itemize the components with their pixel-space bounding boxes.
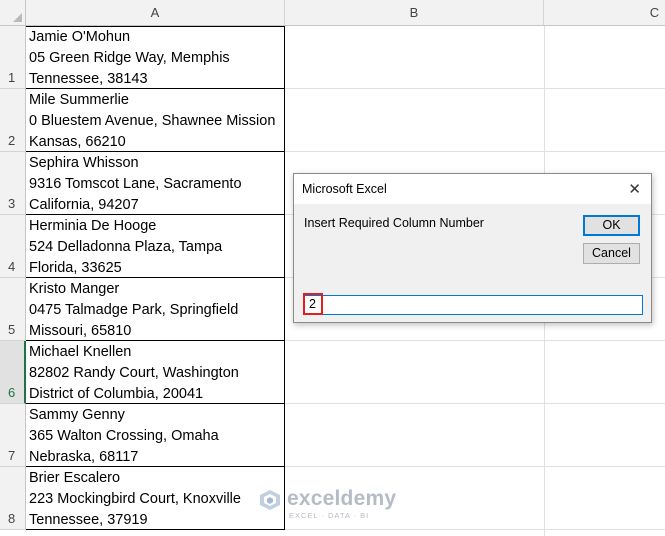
input-value-highlight: 2 [303,293,323,315]
cell-text-line: Kansas, 66210 [29,134,126,150]
row-number: 7 [8,448,16,463]
cell-a1[interactable]: Jamie O'Mohun 05 Green Ridge Way, Memphis… [26,26,285,89]
cell-a8[interactable]: Brier Escalero 223 Mockingbird Court, Kno… [26,467,285,530]
cell-a3[interactable]: Sephira Whisson 9316 Tomscot Lane, Sacram… [26,152,285,215]
cell-text-line: 0475 Talmadge Park, Springfield [29,302,239,318]
gridline [285,151,665,152]
cell-a4[interactable]: Herminia De Hooge 524 Delladonna Plaza, T… [26,215,285,278]
row-header-2[interactable]: 2 [0,89,26,152]
row-header-5[interactable]: 5 [0,278,26,341]
cancel-button[interactable]: Cancel [583,243,640,264]
ok-button[interactable]: OK [583,215,640,236]
cell-text-line: 82802 Randy Court, Washington [29,365,239,381]
watermark-tagline: EXCEL · DATA · BI [289,511,370,520]
cell-text-line: 365 Walton Crossing, Omaha [29,428,219,444]
cell-text-line: Missouri, 65810 [29,323,132,339]
column-header-c[interactable]: C [544,0,665,26]
gridline [285,403,665,404]
cell-text-line: Herminia De Hooge [29,218,157,234]
cell-text-line: Brier Escalero [29,470,121,486]
cell-text-line: 524 Delladonna Plaza, Tampa [29,239,223,255]
cell-a7[interactable]: Sammy Genny 365 Walton Crossing, Omaha Neb… [26,404,285,467]
cell-a6[interactable]: Michael Knellen 82802 Randy Court, Washin… [26,341,285,404]
cell-text-line: California, 94207 [29,197,139,213]
gridline [285,340,665,341]
cell-border [26,26,285,27]
row-number: 6 [8,385,16,400]
row-number: 5 [8,322,16,337]
cell-text-line: Sammy Genny [29,407,125,423]
gridline [285,88,665,89]
cell-text-line: 05 Green Ridge Way, Memphis [29,50,230,66]
row-header-3[interactable]: 3 [0,152,26,215]
row-number: 4 [8,259,16,274]
row-header-6[interactable]: 6 [0,341,26,404]
cell-text-line: Kristo Manger [29,281,120,297]
dialog-title: Microsoft Excel [302,182,387,196]
select-all-triangle-icon [13,13,22,22]
row-header-7[interactable]: 7 [0,404,26,467]
cell-text-line: District of Columbia, 20041 [29,386,204,402]
row-number: 2 [8,133,16,148]
dialog-prompt: Insert Required Column Number [304,216,484,230]
watermark-name: exceldemy [287,487,397,510]
column-header-c-label: C [649,5,660,20]
select-all-corner[interactable] [0,0,26,26]
exceldemy-logo-icon [260,490,280,510]
cell-text-line: Florida, 33625 [29,260,122,276]
cell-text-line: Jamie O'Mohun [29,29,131,45]
cell-text-line: Nebraska, 68117 [29,449,139,465]
row-header-8[interactable]: 8 [0,467,26,530]
cell-text-line: Michael Knellen [29,344,132,360]
column-header-b[interactable]: B [285,0,544,26]
row-header-1[interactable]: 1 [0,26,26,89]
row-number: 1 [8,70,16,85]
cell-text-line: Mile Summerlie [29,92,129,108]
close-icon[interactable]: ✕ [628,180,641,198]
cell-a2[interactable]: Mile Summerlie 0 Bluestem Avenue, Shawnee… [26,89,285,152]
cell-text-line: 223 Mockingbird Court, Knoxville [29,491,241,507]
row-header-4[interactable]: 4 [0,215,26,278]
input-box-dialog: Microsoft Excel ✕ Insert Required Column… [293,173,652,323]
row-number: 3 [8,196,16,211]
column-header-a[interactable]: A [26,0,285,26]
row-number: 8 [8,511,16,526]
column-number-input[interactable]: 2 [303,293,643,315]
cell-text-line: 9316 Tomscot Lane, Sacramento [29,176,242,192]
cell-text-line: Tennessee, 38143 [29,71,148,87]
gridline [285,529,665,530]
cell-text-line: Tennessee, 37919 [29,512,148,528]
cell-a5[interactable]: Kristo Manger 0475 Talmadge Park, Springf… [26,278,285,341]
cell-text-line: Sephira Whisson [29,155,139,171]
cell-text-line: 0 Bluestem Avenue, Shawnee Mission [29,113,276,129]
gridline [285,466,665,467]
dialog-titlebar[interactable]: Microsoft Excel ✕ [294,174,651,204]
